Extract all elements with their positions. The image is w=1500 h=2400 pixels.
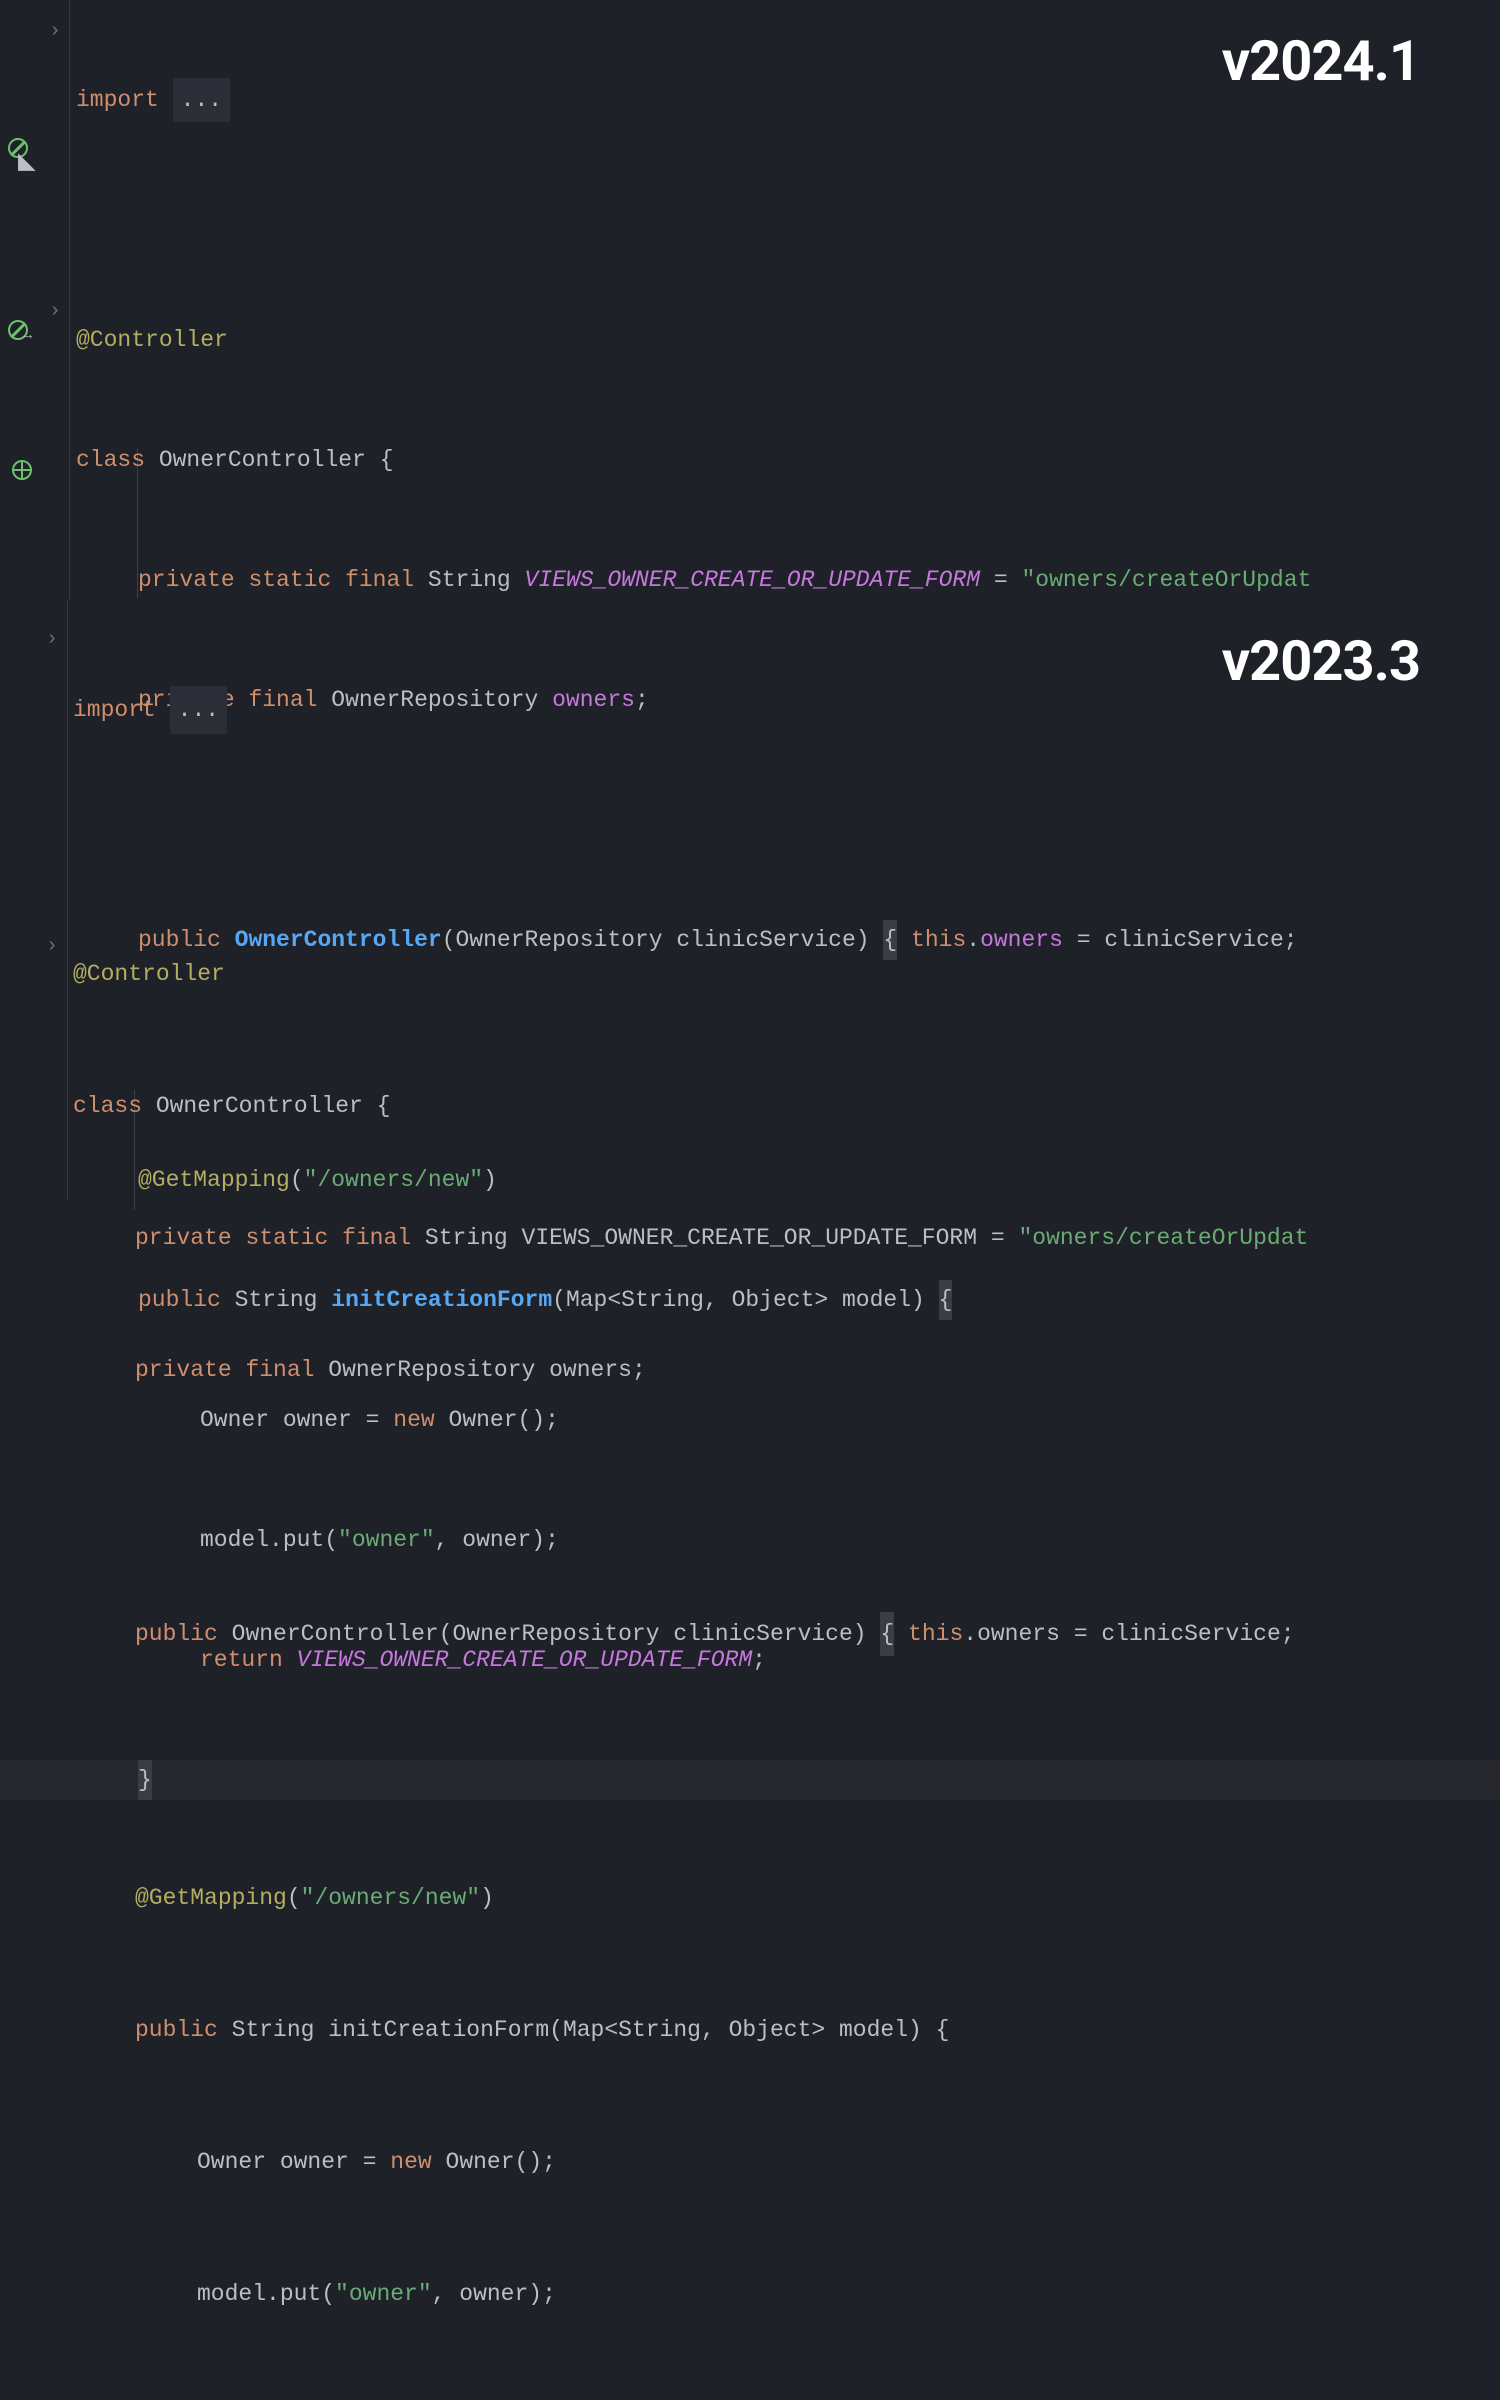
code-area-bottom[interactable]: import ... @Controller class OwnerContro…: [73, 600, 1500, 2400]
code-line: import ...: [73, 688, 1500, 732]
code-line: class OwnerController {: [76, 440, 1500, 480]
code-line: [76, 200, 1500, 240]
spring-bean-icon[interactable]: ◣: [8, 138, 28, 158]
fold-chevron-icon[interactable]: ›: [49, 300, 61, 323]
web-mapping-icon[interactable]: [12, 460, 32, 480]
editor-pane-bottom: v2023.3 › › import ... @Controller class…: [0, 600, 1500, 1200]
spring-bean-icon[interactable]: →: [8, 320, 28, 340]
folded-region[interactable]: ...: [170, 686, 227, 734]
code-line: @Controller: [76, 320, 1500, 360]
code-line: [73, 1744, 1500, 1788]
code-line: private static final String VIEWS_OWNER_…: [76, 560, 1500, 600]
arrow-right-icon: →: [24, 328, 32, 344]
code-line: import ...: [76, 80, 1500, 120]
code-line: @GetMapping("/owners/new"): [73, 1876, 1500, 1920]
code-line: [73, 820, 1500, 864]
code-line: model.put("owner", owner);: [73, 2272, 1500, 2316]
folded-region[interactable]: ...: [173, 78, 230, 122]
code-line: Owner owner = new Owner();: [73, 2140, 1500, 2184]
gutter-bottom: › ›: [0, 600, 68, 1200]
editor-pane-top: v2024.1 › ◣ → › import ... @Controller c…: [0, 0, 1500, 600]
arrow-corner-icon: ◣: [18, 148, 30, 160]
fold-chevron-icon[interactable]: ›: [49, 20, 61, 43]
code-line: @Controller: [73, 952, 1500, 996]
code-line: public String initCreationForm(Map<Strin…: [73, 2008, 1500, 2052]
code-line: private final OwnerRepository owners;: [73, 1348, 1500, 1392]
code-line: private static final String VIEWS_OWNER_…: [73, 1216, 1500, 1260]
gutter-top: › ◣ → ›: [0, 0, 70, 600]
fold-chevron-icon[interactable]: ›: [46, 628, 58, 651]
code-line: class OwnerController {: [73, 1084, 1500, 1128]
code-line: [73, 1480, 1500, 1524]
code-line: public OwnerController(OwnerRepository c…: [73, 1612, 1500, 1656]
fold-chevron-icon[interactable]: ›: [46, 935, 58, 958]
